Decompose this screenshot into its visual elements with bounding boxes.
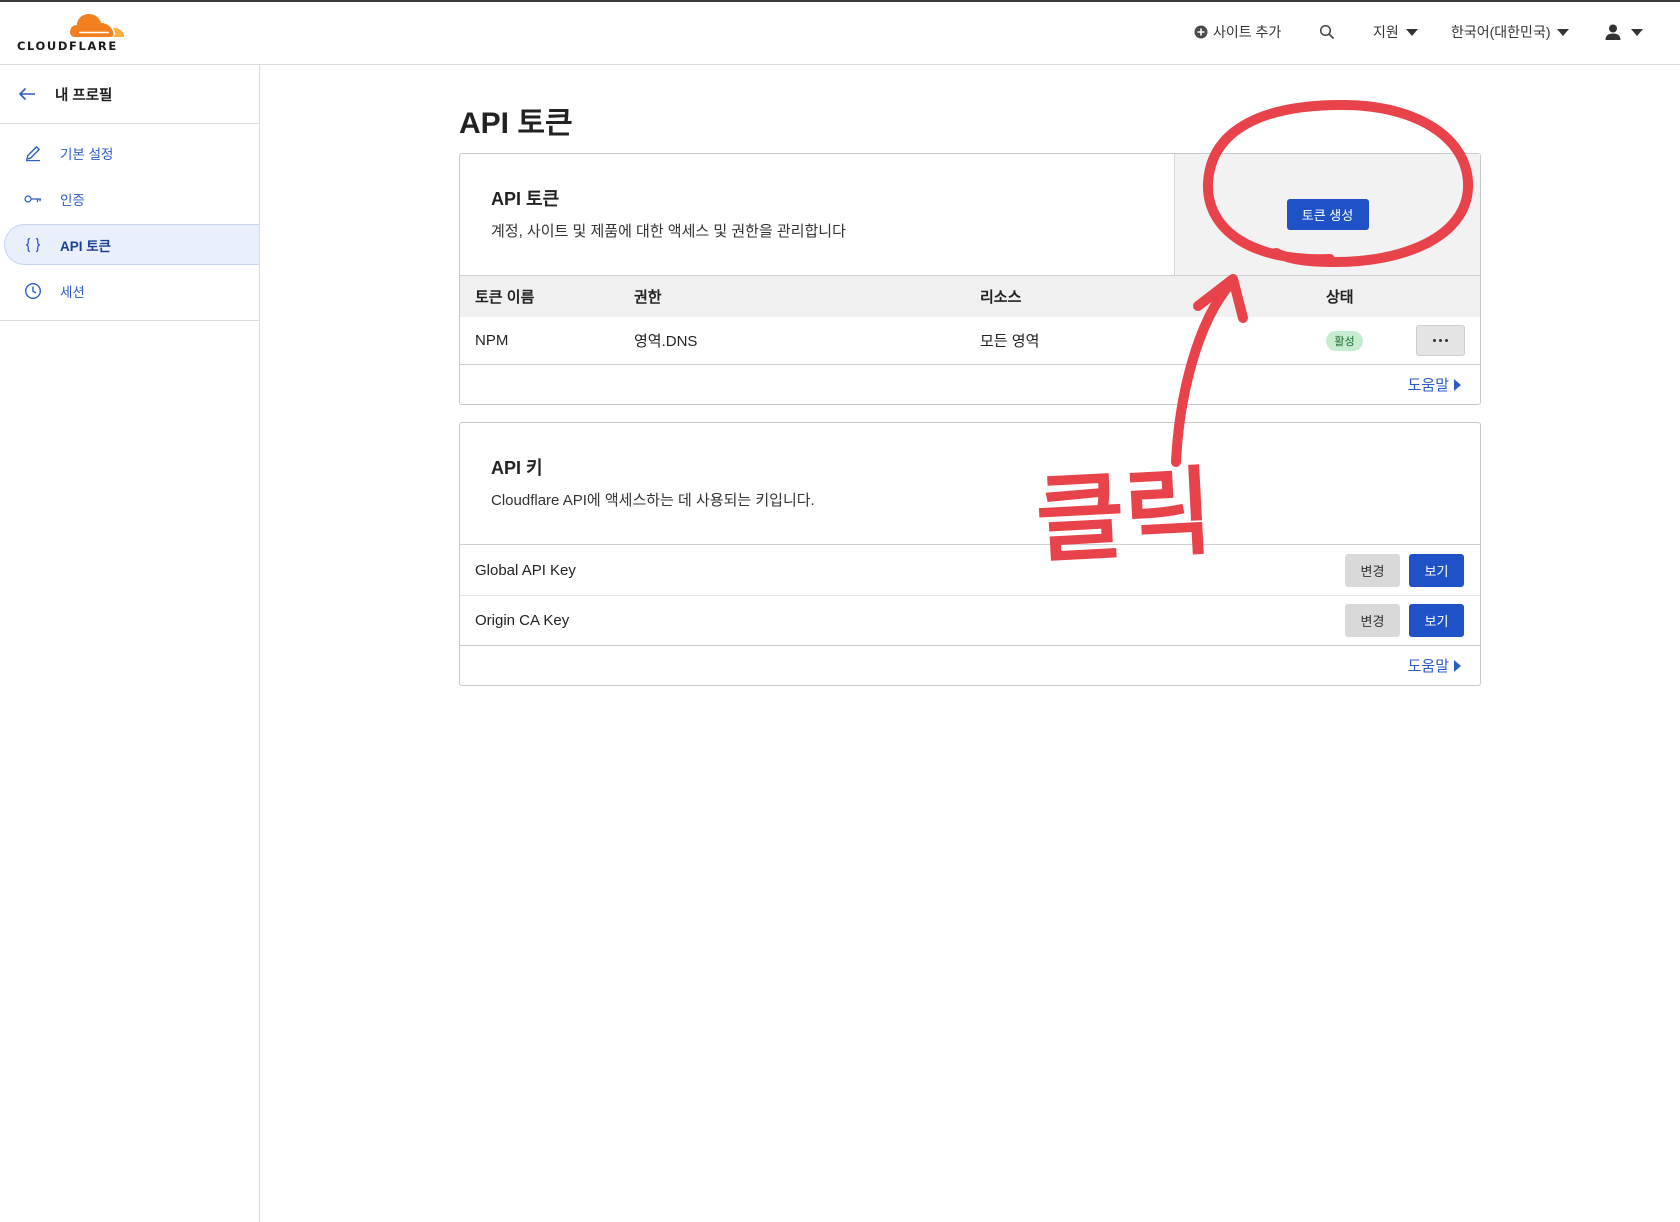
token-name: NPM xyxy=(475,332,509,349)
braces-icon xyxy=(24,236,42,254)
clock-icon xyxy=(24,282,42,300)
table-header: 토큰 이름 권한 리소스 상태 xyxy=(460,276,1480,317)
card-header: API 토큰 계정, 사이트 및 제품에 대한 액세스 및 권한을 관리합니다 … xyxy=(460,154,1480,276)
support-label: 지원 xyxy=(1373,24,1399,40)
caret-down-icon xyxy=(1405,28,1418,36)
column-header-permission: 권한 xyxy=(634,289,662,306)
card-title: API 키 xyxy=(491,458,543,478)
cloud-logo-icon xyxy=(70,14,125,37)
help-link[interactable]: 도움말 xyxy=(1408,374,1461,395)
top-header: CLOUDFLARE 사이트 추가 지원 한국어(대한민국) xyxy=(0,2,1680,65)
help-label: 도움말 xyxy=(1407,658,1449,675)
card-footer: 도움말 xyxy=(460,646,1480,685)
caret-right-icon xyxy=(1454,378,1461,391)
card-footer: 도움말 xyxy=(460,365,1480,404)
ellipsis-icon xyxy=(1445,339,1448,342)
sidebar-item-api-tokens[interactable]: API 토큰 xyxy=(4,224,259,265)
key-name: Global API Key xyxy=(475,561,576,579)
pencil-icon xyxy=(24,144,42,162)
view-key-button[interactable]: 보기 xyxy=(1409,604,1464,637)
card-header-text: API 토큰 계정, 사이트 및 제품에 대한 액세스 및 권한을 관리합니다 xyxy=(460,154,846,275)
key-name: Origin CA Key xyxy=(475,612,570,629)
token-resource: 모든 영역 xyxy=(980,333,1040,350)
caret-right-icon xyxy=(1454,659,1461,672)
search-icon xyxy=(1319,24,1335,40)
logo-text: CLOUDFLARE xyxy=(17,39,118,53)
plus-circle-icon xyxy=(1194,25,1208,39)
sidebar-item-label: 세션 xyxy=(60,285,85,300)
api-keys-card: API 키 Cloudflare API에 액세스하는 데 사용되는 키입니다.… xyxy=(459,422,1481,686)
card-header-text: API 키 Cloudflare API에 액세스하는 데 사용되는 키입니다. xyxy=(460,423,815,544)
caret-down-icon xyxy=(1631,28,1643,36)
help-label: 도움말 xyxy=(1407,377,1449,394)
add-site-label: 사이트 추가 xyxy=(1213,24,1282,40)
ellipsis-icon xyxy=(1439,339,1442,342)
arrow-left-icon xyxy=(18,87,35,101)
profile-title: 내 프로필 xyxy=(55,87,113,104)
column-header-token-name: 토큰 이름 xyxy=(475,289,535,306)
sidebar-nav: 기본 설정 인증 API 토큰 세션 xyxy=(0,124,259,321)
sidebar-item-basic-settings[interactable]: 기본 설정 xyxy=(0,130,259,176)
column-header-status: 상태 xyxy=(1326,289,1354,306)
sidebar: 내 프로필 기본 설정 인증 API 토큰 세션 xyxy=(0,65,260,1222)
view-key-button[interactable]: 보기 xyxy=(1409,553,1464,587)
cloudflare-logo[interactable]: CLOUDFLARE xyxy=(17,12,127,54)
search-button[interactable] xyxy=(1319,20,1335,44)
ellipsis-icon xyxy=(1433,339,1436,342)
card-description: Cloudflare API에 액세스하는 데 사용되는 키입니다. xyxy=(491,492,815,509)
language-select[interactable]: 한국어(대한민국) xyxy=(1451,20,1570,44)
sidebar-item-label: 인증 xyxy=(60,193,85,208)
help-link[interactable]: 도움말 xyxy=(1408,655,1461,676)
create-token-button[interactable]: 토큰 생성 xyxy=(1286,199,1369,230)
add-site-button[interactable]: 사이트 추가 xyxy=(1194,20,1281,44)
list-item: Global API Key 변경 보기 xyxy=(460,545,1480,596)
status-badge: 활성 xyxy=(1326,330,1363,351)
card-header-actions: 토큰 생성 xyxy=(1174,154,1480,275)
back-to-profile-link[interactable]: 내 프로필 xyxy=(0,65,259,124)
sidebar-item-authentication[interactable]: 인증 xyxy=(0,176,259,222)
token-permission: 영역.DNS xyxy=(634,333,698,350)
change-key-button[interactable]: 변경 xyxy=(1345,553,1400,587)
list-item: Origin CA Key 변경 보기 xyxy=(460,596,1480,646)
column-header-resource: 리소스 xyxy=(980,289,1022,306)
support-menu[interactable]: 지원 xyxy=(1373,20,1418,44)
user-icon xyxy=(1605,24,1621,40)
page-title: API 토큰 xyxy=(459,107,573,140)
table-row: NPM 영역.DNS 모든 영역 활성 xyxy=(460,317,1480,365)
card-header: API 키 Cloudflare API에 액세스하는 데 사용되는 키입니다. xyxy=(460,423,1480,545)
card-title: API 토큰 xyxy=(491,189,560,209)
sidebar-item-label: API 토큰 xyxy=(60,238,112,254)
api-tokens-card: API 토큰 계정, 사이트 및 제품에 대한 액세스 및 권한을 관리합니다 … xyxy=(459,153,1481,405)
key-icon xyxy=(24,190,42,208)
sidebar-item-sessions[interactable]: 세션 xyxy=(0,268,259,314)
change-key-button[interactable]: 변경 xyxy=(1345,604,1400,637)
caret-down-icon xyxy=(1557,28,1570,36)
user-menu[interactable] xyxy=(1604,20,1643,44)
card-description: 계정, 사이트 및 제품에 대한 액세스 및 권한을 관리합니다 xyxy=(491,223,846,240)
language-label: 한국어(대한민국) xyxy=(1451,24,1551,40)
sidebar-item-label: 기본 설정 xyxy=(60,147,114,162)
more-actions-button[interactable] xyxy=(1416,325,1465,356)
